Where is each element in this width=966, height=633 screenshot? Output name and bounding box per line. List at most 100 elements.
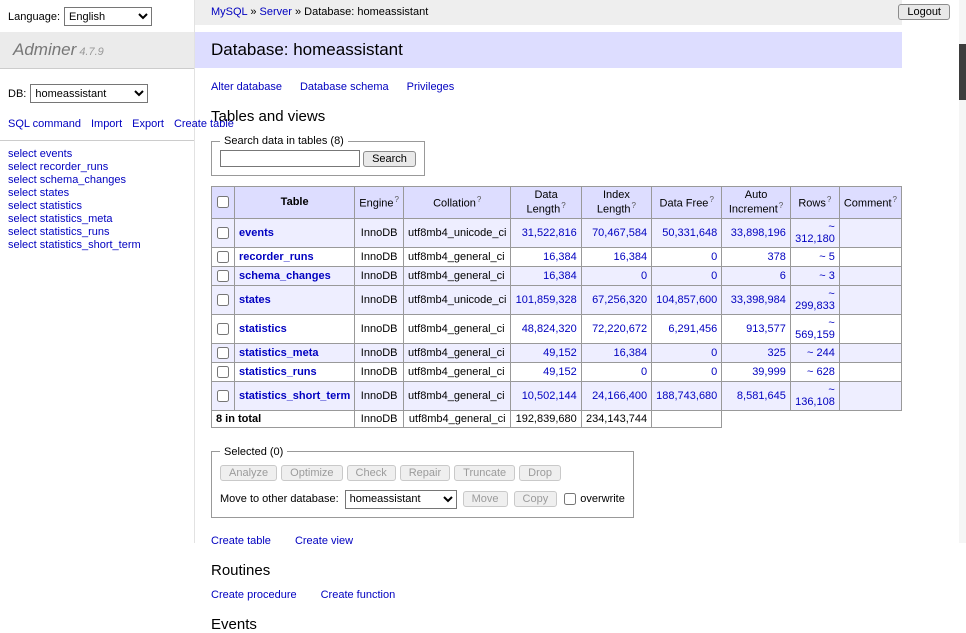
rows-link[interactable]: ~ 312,180 (795, 221, 835, 245)
data-length-link[interactable]: 31,522,816 (522, 227, 577, 239)
sidebar-select-recorder-runs[interactable]: select recorder_runs (8, 161, 186, 174)
data-length-link[interactable]: 48,824,320 (522, 323, 577, 335)
help-icon[interactable]: ? (477, 195, 481, 204)
rows-link[interactable]: ~ 244 (807, 347, 835, 359)
move-db-select[interactable]: homeassistant (345, 490, 457, 509)
db-select[interactable]: homeassistant (30, 84, 148, 103)
database-schema-link[interactable]: Database schema (300, 81, 389, 93)
index-length-link[interactable]: 16,384 (613, 251, 647, 263)
data-length-link[interactable]: 49,152 (543, 347, 577, 359)
row-checkbox-recorder-runs[interactable] (217, 251, 229, 263)
drop-button[interactable]: Drop (519, 465, 561, 481)
index-length-link[interactable]: 0 (641, 270, 647, 282)
data-free-link[interactable]: 6,291,456 (668, 323, 717, 335)
data-length-link[interactable]: 101,859,328 (516, 294, 577, 306)
table-link-schema-changes[interactable]: schema_changes (239, 270, 331, 282)
table-link-recorder-runs[interactable]: recorder_runs (239, 251, 314, 263)
create-procedure-link[interactable]: Create procedure (211, 589, 297, 601)
scrollbar-thumb[interactable] (959, 44, 966, 100)
help-icon[interactable]: ? (709, 195, 713, 204)
table-link-statistics-runs[interactable]: statistics_runs (239, 366, 317, 378)
data-length-link[interactable]: 16,384 (543, 270, 577, 282)
sidebar-select-statistics[interactable]: select statistics (8, 200, 186, 213)
table-link-states[interactable]: states (239, 294, 271, 306)
row-checkbox-states[interactable] (217, 294, 229, 306)
optimize-button[interactable]: Optimize (281, 465, 342, 481)
sidebar-link-sql-command[interactable]: SQL command (8, 118, 81, 130)
breadcrumb-item-mysql[interactable]: MySQL (211, 6, 247, 18)
sidebar-select-schema-changes[interactable]: select schema_changes (8, 174, 186, 187)
language-select[interactable]: English (64, 7, 152, 26)
repair-button[interactable]: Repair (400, 465, 450, 481)
help-icon[interactable]: ? (395, 195, 399, 204)
sidebar-select-events[interactable]: select events (8, 148, 186, 161)
rows-link[interactable]: ~ 136,108 (795, 384, 835, 408)
index-length-link[interactable]: 0 (641, 366, 647, 378)
alter-database-link[interactable]: Alter database (211, 81, 282, 93)
index-length-link[interactable]: 72,220,672 (592, 323, 647, 335)
auto-increment-link[interactable]: 33,898,196 (731, 227, 786, 239)
scrollbar[interactable] (959, 0, 966, 543)
table-link-events[interactable]: events (239, 227, 274, 239)
sidebar-select-statistics-meta[interactable]: select statistics_meta (8, 213, 186, 226)
data-free-link[interactable]: 0 (711, 366, 717, 378)
analyze-button[interactable]: Analyze (220, 465, 277, 481)
select-all-checkbox[interactable] (217, 196, 229, 208)
sidebar-select-statistics-short-term[interactable]: select statistics_short_term (8, 239, 186, 252)
check-button[interactable]: Check (347, 465, 396, 481)
row-checkbox-statistics-runs[interactable] (217, 366, 229, 378)
rows-link[interactable]: ~ 5 (819, 251, 835, 263)
rows-link[interactable]: ~ 569,159 (795, 317, 835, 341)
row-checkbox-events[interactable] (217, 227, 229, 239)
copy-button[interactable]: Copy (514, 491, 558, 507)
data-free-link[interactable]: 0 (711, 347, 717, 359)
data-length-link[interactable]: 10,502,144 (522, 390, 577, 402)
create-view-link[interactable]: Create view (295, 535, 353, 547)
auto-increment-link[interactable]: 6 (780, 270, 786, 282)
row-checkbox-statistics-meta[interactable] (217, 347, 229, 359)
sidebar-select-statistics-runs[interactable]: select statistics_runs (8, 226, 186, 239)
rows-link[interactable]: ~ 3 (819, 270, 835, 282)
auto-increment-link[interactable]: 8,581,645 (737, 390, 786, 402)
logout-button[interactable]: Logout (898, 4, 950, 20)
row-checkbox-statistics-short-term[interactable] (217, 390, 229, 402)
data-free-link[interactable]: 50,331,648 (662, 227, 717, 239)
search-button[interactable]: Search (363, 151, 416, 167)
table-link-statistics-meta[interactable]: statistics_meta (239, 347, 319, 359)
create-table-link[interactable]: Create table (211, 535, 271, 547)
data-free-link[interactable]: 188,743,680 (656, 390, 717, 402)
sidebar-link-import[interactable]: Import (91, 118, 122, 130)
row-checkbox-schema-changes[interactable] (217, 270, 229, 282)
help-icon[interactable]: ? (561, 201, 565, 210)
overwrite-checkbox[interactable] (564, 493, 576, 505)
index-length-link[interactable]: 16,384 (613, 347, 647, 359)
sidebar-link-export[interactable]: Export (132, 118, 164, 130)
auto-increment-link[interactable]: 325 (767, 347, 785, 359)
table-link-statistics-short-term[interactable]: statistics_short_term (239, 390, 350, 402)
sidebar-select-states[interactable]: select states (8, 187, 186, 200)
help-icon[interactable]: ? (893, 195, 897, 204)
index-length-link[interactable]: 67,256,320 (592, 294, 647, 306)
help-icon[interactable]: ? (632, 201, 636, 210)
breadcrumb-item-server[interactable]: Server (260, 6, 292, 18)
auto-increment-link[interactable]: 913,577 (746, 323, 786, 335)
create-function-link[interactable]: Create function (321, 589, 396, 601)
data-free-link[interactable]: 0 (711, 270, 717, 282)
table-link-statistics[interactable]: statistics (239, 323, 287, 335)
help-icon[interactable]: ? (779, 201, 783, 210)
truncate-button[interactable]: Truncate (454, 465, 515, 481)
data-length-link[interactable]: 49,152 (543, 366, 577, 378)
search-input[interactable] (220, 150, 360, 167)
auto-increment-link[interactable]: 378 (767, 251, 785, 263)
rows-link[interactable]: ~ 299,833 (795, 288, 835, 312)
data-length-link[interactable]: 16,384 (543, 251, 577, 263)
move-button[interactable]: Move (463, 491, 508, 507)
index-length-link[interactable]: 70,467,584 (592, 227, 647, 239)
data-free-link[interactable]: 0 (711, 251, 717, 263)
data-free-link[interactable]: 104,857,600 (656, 294, 717, 306)
row-checkbox-statistics[interactable] (217, 323, 229, 335)
auto-increment-link[interactable]: 39,999 (752, 366, 786, 378)
auto-increment-link[interactable]: 33,398,984 (731, 294, 786, 306)
help-icon[interactable]: ? (827, 195, 831, 204)
privileges-link[interactable]: Privileges (407, 81, 455, 93)
